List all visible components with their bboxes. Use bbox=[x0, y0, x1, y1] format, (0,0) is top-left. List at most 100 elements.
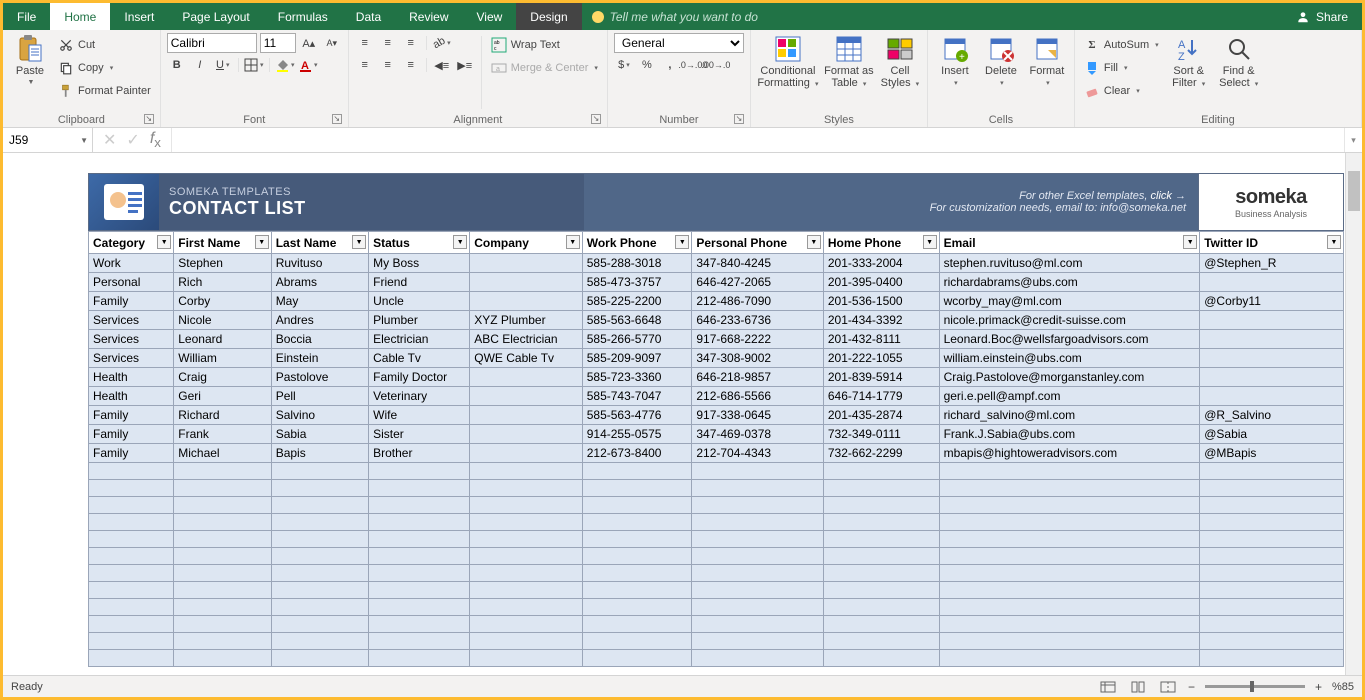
table-cell[interactable] bbox=[470, 463, 583, 480]
comma-button[interactable]: , bbox=[660, 55, 680, 75]
table-cell[interactable]: 201-435-2874 bbox=[823, 406, 939, 425]
table-cell[interactable] bbox=[89, 599, 174, 616]
table-cell[interactable]: 914-255-0575 bbox=[582, 425, 692, 444]
table-cell[interactable]: 347-840-4245 bbox=[692, 254, 824, 273]
table-cell[interactable] bbox=[369, 565, 470, 582]
table-cell[interactable]: 732-349-0111 bbox=[823, 425, 939, 444]
sort-filter-button[interactable]: AZ Sort & Filter ▾ bbox=[1166, 33, 1212, 89]
table-cell[interactable] bbox=[470, 425, 583, 444]
table-cell[interactable] bbox=[692, 480, 824, 497]
table-cell[interactable]: Michael bbox=[174, 444, 271, 463]
table-cell[interactable]: Nicole bbox=[174, 311, 271, 330]
table-cell[interactable] bbox=[823, 616, 939, 633]
column-header[interactable]: Email▼ bbox=[939, 232, 1200, 254]
banner-click-link[interactable]: click bbox=[1151, 190, 1172, 202]
expand-formula-bar[interactable]: ▾ bbox=[1344, 128, 1362, 152]
table-cell[interactable]: Ruvituso bbox=[271, 254, 368, 273]
table-cell[interactable]: Cable Tv bbox=[369, 349, 470, 368]
table-cell[interactable]: richard_salvino@ml.com bbox=[939, 406, 1200, 425]
table-cell[interactable] bbox=[271, 616, 368, 633]
table-cell[interactable]: Craig.Pastolove@morganstanley.com bbox=[939, 368, 1200, 387]
align-left-button[interactable]: ≡ bbox=[355, 55, 375, 75]
table-cell[interactable] bbox=[692, 582, 824, 599]
filter-dropdown-icon[interactable]: ▼ bbox=[675, 235, 689, 249]
table-cell[interactable]: 212-704-4343 bbox=[692, 444, 824, 463]
filter-dropdown-icon[interactable]: ▼ bbox=[453, 235, 467, 249]
table-cell[interactable]: Sister bbox=[369, 425, 470, 444]
table-cell[interactable] bbox=[174, 599, 271, 616]
table-row[interactable]: FamilyFrankSabiaSister914-255-0575347-46… bbox=[89, 425, 1344, 444]
column-header[interactable]: Status▼ bbox=[369, 232, 470, 254]
table-cell[interactable] bbox=[1200, 311, 1344, 330]
table-cell[interactable] bbox=[692, 548, 824, 565]
tab-design[interactable]: Design bbox=[516, 3, 581, 30]
table-cell[interactable] bbox=[582, 531, 692, 548]
table-cell[interactable] bbox=[692, 616, 824, 633]
table-cell[interactable]: 585-225-2200 bbox=[582, 292, 692, 311]
table-cell[interactable] bbox=[939, 514, 1200, 531]
italic-button[interactable]: I bbox=[190, 55, 210, 75]
table-cell[interactable]: 646-218-9857 bbox=[692, 368, 824, 387]
filter-dropdown-icon[interactable]: ▼ bbox=[157, 235, 171, 249]
table-cell[interactable] bbox=[939, 650, 1200, 667]
table-row[interactable] bbox=[89, 616, 1344, 633]
table-cell[interactable]: XYZ Plumber bbox=[470, 311, 583, 330]
fx-button[interactable]: fx bbox=[150, 130, 161, 150]
table-row[interactable]: ServicesNicoleAndresPlumberXYZ Plumber58… bbox=[89, 311, 1344, 330]
table-cell[interactable] bbox=[939, 480, 1200, 497]
filter-dropdown-icon[interactable]: ▼ bbox=[1183, 235, 1197, 249]
table-row[interactable]: WorkStephenRuvitusoMy Boss585-288-301834… bbox=[89, 254, 1344, 273]
table-cell[interactable] bbox=[582, 514, 692, 531]
table-cell[interactable] bbox=[470, 387, 583, 406]
table-cell[interactable] bbox=[174, 650, 271, 667]
number-format-select[interactable]: General bbox=[614, 33, 744, 53]
table-cell[interactable]: Electrician bbox=[369, 330, 470, 349]
borders-button[interactable]: ▾ bbox=[244, 55, 264, 75]
tab-review[interactable]: Review bbox=[395, 3, 462, 30]
table-cell[interactable] bbox=[939, 565, 1200, 582]
align-right-button[interactable]: ≡ bbox=[401, 55, 421, 75]
table-cell[interactable]: 917-668-2222 bbox=[692, 330, 824, 349]
table-cell[interactable] bbox=[823, 599, 939, 616]
table-cell[interactable] bbox=[271, 599, 368, 616]
table-cell[interactable] bbox=[470, 254, 583, 273]
table-row[interactable] bbox=[89, 582, 1344, 599]
table-cell[interactable] bbox=[823, 548, 939, 565]
table-cell[interactable] bbox=[174, 565, 271, 582]
bold-button[interactable]: B bbox=[167, 55, 187, 75]
table-cell[interactable]: william.einstein@ubs.com bbox=[939, 349, 1200, 368]
zoom-slider[interactable] bbox=[1205, 685, 1305, 688]
dialog-launcher-icon[interactable]: ↘ bbox=[332, 114, 342, 124]
table-cell[interactable]: Health bbox=[89, 387, 174, 406]
table-row[interactable]: HealthCraigPastoloveFamily Doctor585-723… bbox=[89, 368, 1344, 387]
column-header[interactable]: Category▼ bbox=[89, 232, 174, 254]
table-cell[interactable] bbox=[470, 273, 583, 292]
table-cell[interactable]: Andres bbox=[271, 311, 368, 330]
table-cell[interactable] bbox=[1200, 349, 1344, 368]
insert-cells-button[interactable]: + Insert▾ bbox=[934, 33, 976, 87]
table-cell[interactable]: Work bbox=[89, 254, 174, 273]
cancel-formula-button[interactable]: ✕ bbox=[103, 130, 116, 150]
table-cell[interactable]: @MBapis bbox=[1200, 444, 1344, 463]
fill-button[interactable]: Fill▾ bbox=[1081, 58, 1162, 78]
table-cell[interactable] bbox=[369, 548, 470, 565]
table-cell[interactable] bbox=[692, 650, 824, 667]
tab-page-layout[interactable]: Page Layout bbox=[168, 3, 263, 30]
table-row[interactable]: FamilyMichaelBapisBrother212-673-8400212… bbox=[89, 444, 1344, 463]
table-cell[interactable] bbox=[692, 599, 824, 616]
tab-formulas[interactable]: Formulas bbox=[264, 3, 342, 30]
table-cell[interactable] bbox=[582, 463, 692, 480]
table-cell[interactable]: mbapis@hightoweradvisors.com bbox=[939, 444, 1200, 463]
align-center-button[interactable]: ≡ bbox=[378, 55, 398, 75]
dialog-launcher-icon[interactable]: ↘ bbox=[591, 114, 601, 124]
table-cell[interactable]: 585-209-9097 bbox=[582, 349, 692, 368]
table-cell[interactable] bbox=[369, 599, 470, 616]
zoom-level[interactable]: %85 bbox=[1332, 681, 1354, 693]
table-cell[interactable]: wcorby_may@ml.com bbox=[939, 292, 1200, 311]
table-cell[interactable] bbox=[174, 616, 271, 633]
table-cell[interactable] bbox=[369, 582, 470, 599]
decrease-font-button[interactable]: A▾ bbox=[322, 33, 342, 53]
table-cell[interactable]: @Corby11 bbox=[1200, 292, 1344, 311]
table-cell[interactable] bbox=[1200, 273, 1344, 292]
table-cell[interactable] bbox=[369, 650, 470, 667]
